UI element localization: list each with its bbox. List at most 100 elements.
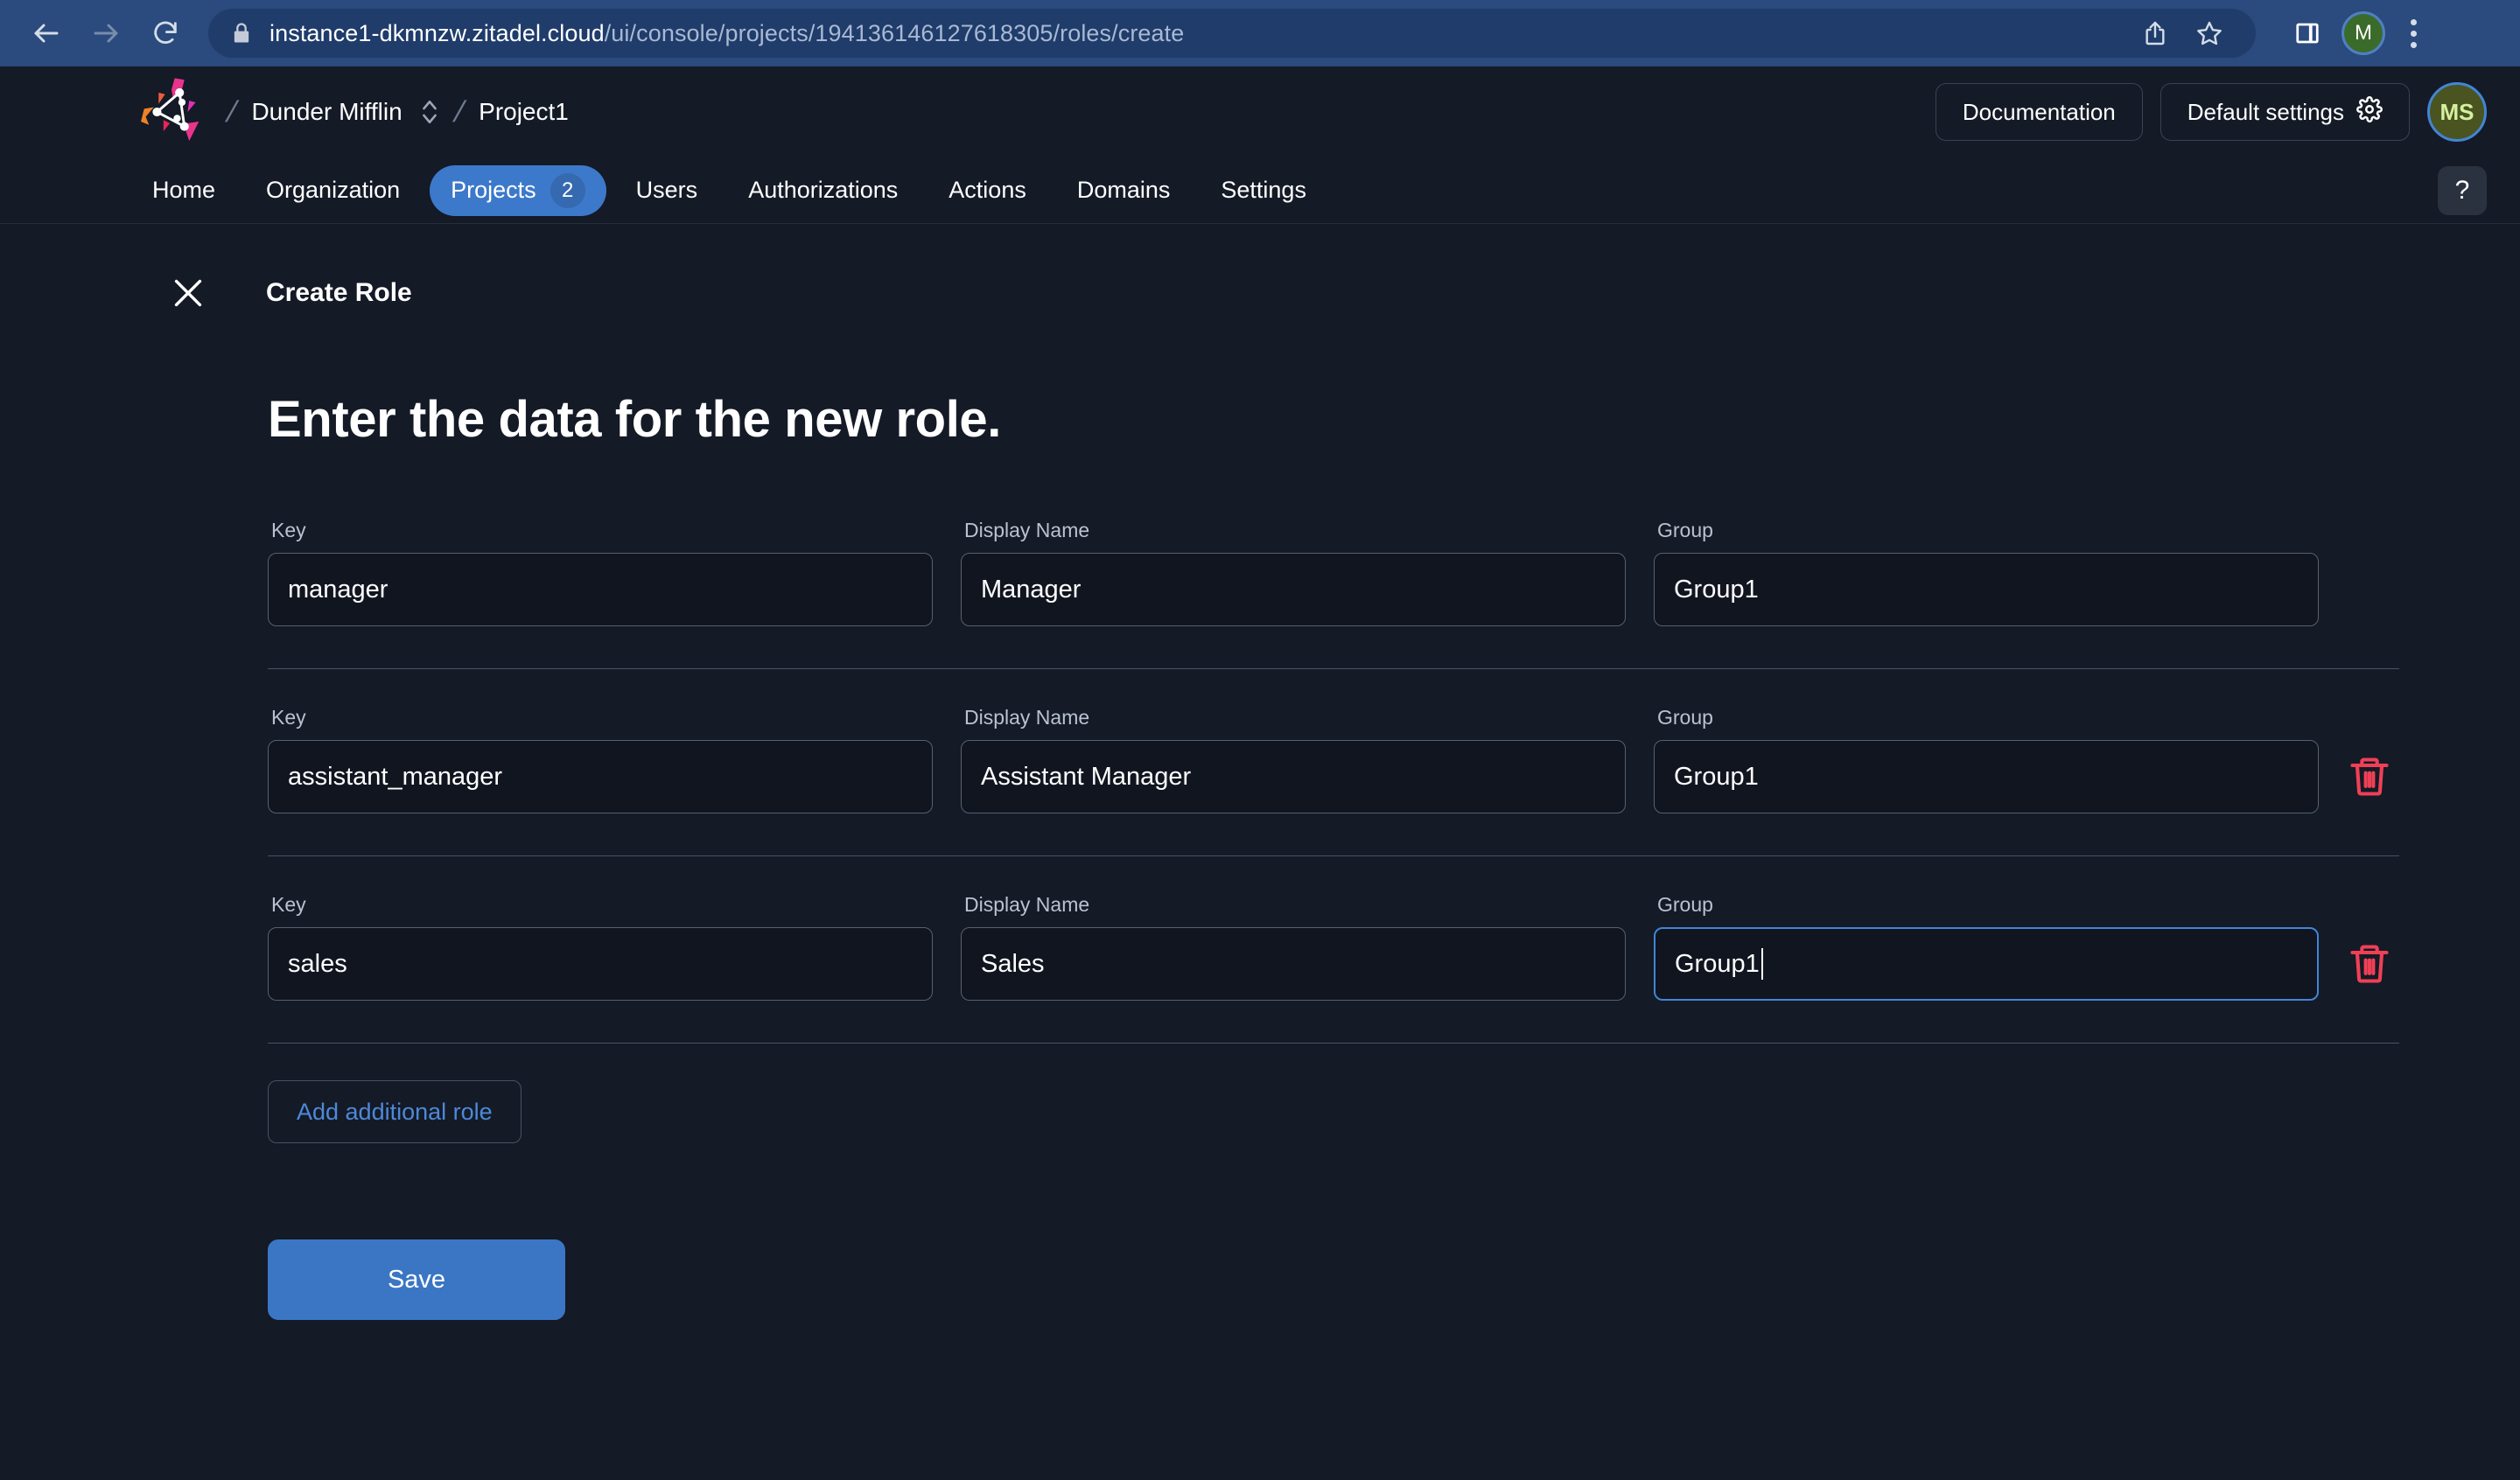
- field-display-name: Display Name Manager: [961, 519, 1626, 626]
- display-name-value: Manager: [981, 575, 1082, 604]
- display-name-input[interactable]: Manager: [961, 553, 1626, 626]
- display-name-value: Assistant Manager: [981, 762, 1192, 791]
- breadcrumb-separator-1: /: [222, 94, 242, 129]
- trash-icon[interactable]: [2347, 754, 2392, 799]
- text-caret: [1760, 948, 1763, 980]
- role-row: Key assistant_manager Display Name Assistan…: [268, 706, 2399, 813]
- star-icon[interactable]: [2184, 8, 2235, 59]
- display-name-input[interactable]: Assistant Manager: [961, 740, 1626, 813]
- zitadel-console: / Dunder Mifflin / Project1 Documentatio…: [0, 66, 2520, 1480]
- nav-tab-label: Domains: [1076, 177, 1171, 203]
- default-settings-label: Default settings: [2187, 98, 2344, 125]
- breadcrumb-org[interactable]: Dunder Mifflin: [251, 98, 402, 126]
- divider: [268, 855, 2399, 856]
- breadcrumb-project[interactable]: Project1: [479, 98, 569, 126]
- browser-toolbar: instance1-dkmnzw.zitadel.cloud/ui/consol…: [0, 0, 2520, 66]
- user-avatar[interactable]: MS: [2427, 82, 2487, 142]
- label-display-name: Display Name: [964, 519, 1090, 541]
- address-bar[interactable]: instance1-dkmnzw.zitadel.cloud/ui/consol…: [208, 9, 2256, 58]
- lock-icon[interactable]: [229, 21, 254, 45]
- documentation-label: Documentation: [1962, 98, 2116, 125]
- group-value: Group1: [1674, 762, 1759, 791]
- page-title: Enter the data for the new role.: [268, 391, 1001, 448]
- page-topbar: Create Role: [131, 224, 2487, 313]
- key-value: sales: [288, 949, 347, 978]
- main-navigation: Home Organization Projects 2 Users Authorizat…: [0, 157, 2520, 224]
- help-button[interactable]: ?: [2438, 165, 2487, 215]
- field-group: Group Group1: [1654, 519, 2319, 626]
- zitadel-logo-icon[interactable]: [131, 72, 212, 152]
- nav-tab-projects[interactable]: Projects 2: [430, 164, 606, 216]
- label-key: Key: [271, 706, 306, 729]
- divider: [268, 668, 2399, 669]
- field-key: Key sales: [268, 893, 933, 1001]
- nav-tab-users[interactable]: Users: [615, 165, 719, 216]
- nav-tab-authorizations[interactable]: Authorizations: [727, 165, 919, 216]
- label-group: Group: [1657, 706, 1713, 729]
- key-value: assistant_manager: [288, 762, 503, 791]
- add-additional-role-button[interactable]: Add additional role: [268, 1080, 522, 1143]
- chevron-up-down-icon[interactable]: [420, 97, 439, 127]
- side-panel-icon[interactable]: [2282, 8, 2333, 59]
- back-arrow-icon[interactable]: [19, 6, 74, 60]
- url-domain: instance1-dkmnzw.zitadel.cloud: [270, 19, 605, 46]
- omnibox-actions: [2130, 8, 2235, 59]
- nav-tab-label: Authorizations: [748, 177, 899, 203]
- nav-tab-home[interactable]: Home: [131, 165, 236, 216]
- nav-tab-label: Organization: [266, 177, 401, 203]
- breadcrumb-separator-2: /: [450, 94, 468, 129]
- role-row: Key manager Display Name Manager Group Group1: [268, 519, 2399, 626]
- page-content: Enter the data for the new role. Key mana…: [131, 390, 2487, 1320]
- nav-tab-badge: 2: [550, 172, 585, 208]
- label-display-name: Display Name: [964, 706, 1090, 729]
- nav-tab-label: Projects: [451, 177, 536, 203]
- group-input[interactable]: Group1: [1654, 553, 2319, 626]
- url-path: /ui/console/projects/194136146127618305/…: [604, 19, 1185, 46]
- display-name-value: Sales: [981, 949, 1045, 978]
- nav-tab-actions[interactable]: Actions: [928, 165, 1047, 216]
- group-input[interactable]: Group1: [1654, 927, 2319, 1001]
- group-value: Group1: [1674, 575, 1759, 604]
- label-key: Key: [271, 893, 306, 916]
- key-input[interactable]: assistant_manager: [268, 740, 933, 813]
- browser-right-icons: M: [2273, 8, 2432, 59]
- save-label: Save: [387, 1265, 446, 1294]
- close-icon[interactable]: [168, 273, 208, 313]
- kebab-menu-icon[interactable]: [2394, 8, 2432, 59]
- page-subtitle: Create Role: [266, 278, 412, 307]
- nav-tab-organization[interactable]: Organization: [245, 165, 421, 216]
- label-key: Key: [271, 519, 306, 541]
- roles-list: Key manager Display Name Manager Group Group1…: [268, 519, 2399, 1001]
- nav-tab-label: Home: [152, 177, 216, 203]
- nav-tab-label: Settings: [1221, 177, 1306, 203]
- field-display-name: Display Name Assistant Manager: [961, 706, 1626, 813]
- forward-arrow-icon[interactable]: [79, 6, 133, 60]
- url-text: instance1-dkmnzw.zitadel.cloud/ui/consol…: [270, 20, 1184, 47]
- trash-icon[interactable]: [2347, 941, 2392, 987]
- reload-icon[interactable]: [138, 6, 192, 60]
- add-role-label: Add additional role: [297, 1098, 493, 1125]
- nav-tab-settings[interactable]: Settings: [1200, 165, 1327, 216]
- nav-tab-label: Actions: [948, 177, 1026, 203]
- documentation-button[interactable]: Documentation: [1935, 83, 2143, 141]
- label-group: Group: [1657, 519, 1713, 541]
- key-input[interactable]: sales: [268, 927, 933, 1001]
- field-display-name: Display Name Sales: [961, 893, 1626, 1001]
- label-display-name: Display Name: [964, 893, 1090, 916]
- header-actions: Documentation Default settings MS: [1935, 82, 2487, 142]
- field-group: Group Group1: [1654, 706, 2319, 813]
- key-input[interactable]: manager: [268, 553, 933, 626]
- save-button[interactable]: Save: [268, 1239, 565, 1320]
- field-key: Key assistant_manager: [268, 706, 933, 813]
- share-icon[interactable]: [2130, 8, 2180, 59]
- nav-tab-domains[interactable]: Domains: [1056, 165, 1192, 216]
- field-key: Key manager: [268, 519, 933, 626]
- display-name-input[interactable]: Sales: [961, 927, 1626, 1001]
- group-value: Group1: [1675, 949, 1760, 978]
- default-settings-button[interactable]: Default settings: [2160, 83, 2410, 141]
- divider-bottom: [268, 1043, 2399, 1044]
- role-row: Key sales Display Name Sales Group Group1: [268, 893, 2399, 1001]
- browser-profile-avatar[interactable]: M: [2342, 11, 2385, 55]
- group-input[interactable]: Group1: [1654, 740, 2319, 813]
- nav-tab-label: Users: [635, 177, 698, 203]
